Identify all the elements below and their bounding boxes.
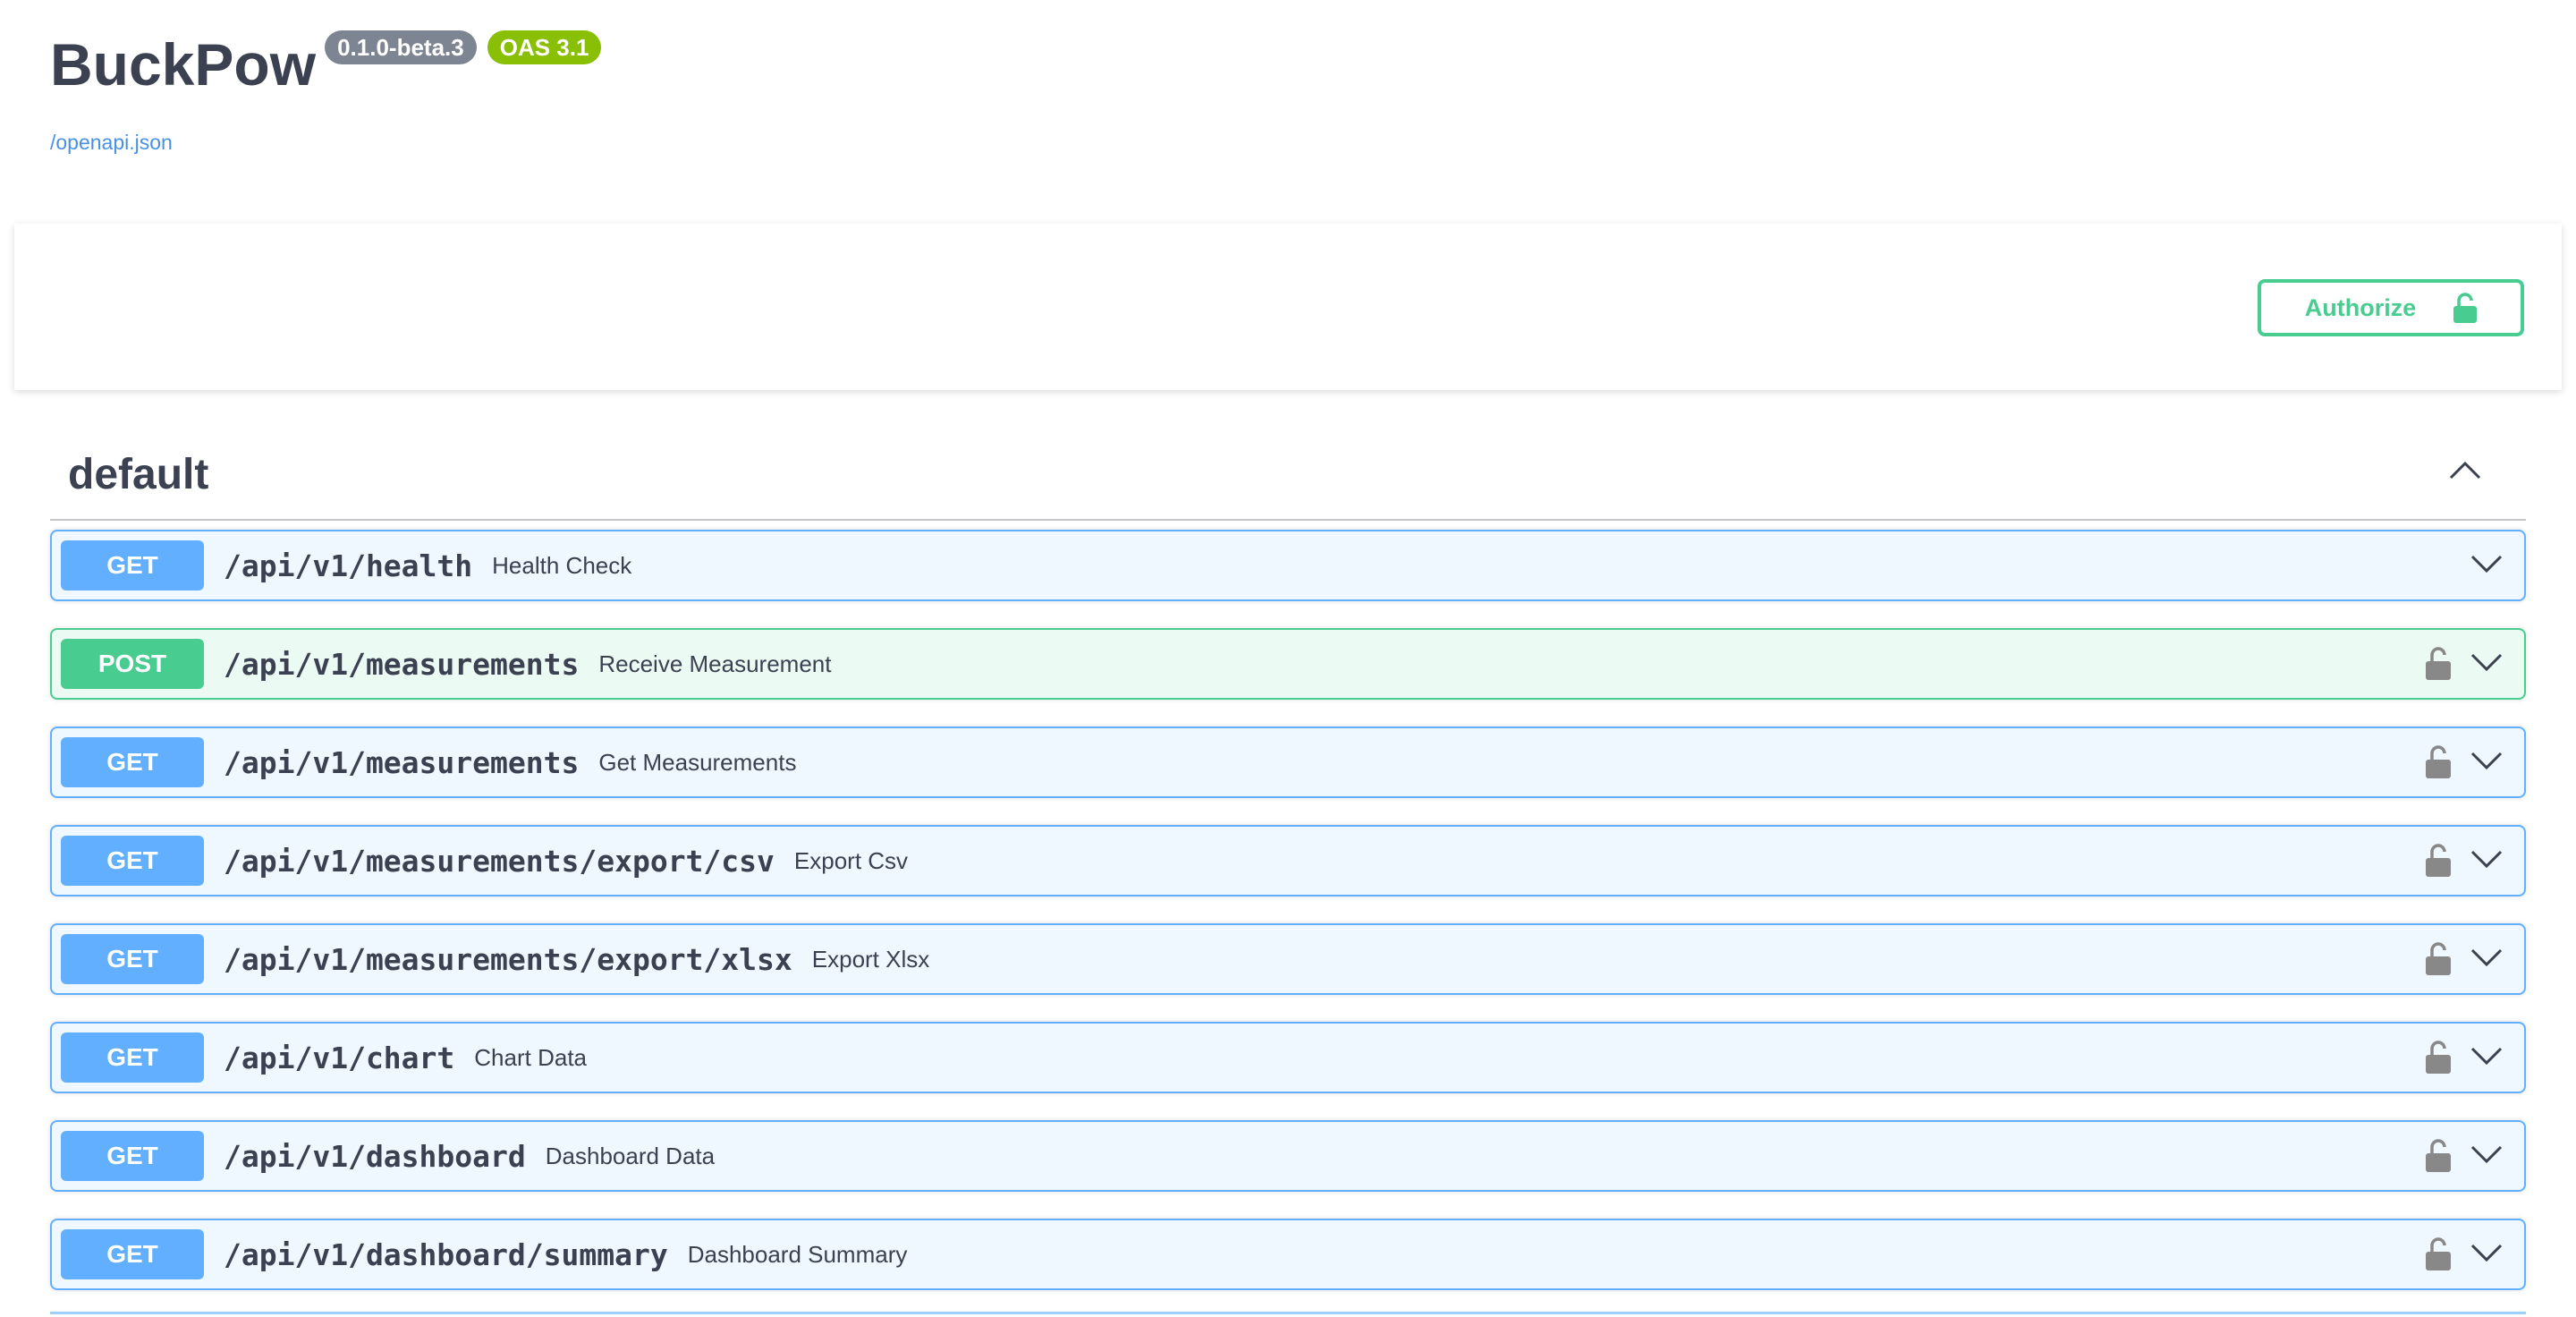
method-badge: GET xyxy=(61,737,204,787)
operation-path: /api/v1/measurements xyxy=(224,744,580,780)
lock-icon[interactable] xyxy=(2426,646,2451,684)
tag-header[interactable]: default xyxy=(50,429,2526,521)
chevron-down-icon[interactable] xyxy=(2470,752,2503,776)
operation-path: /api/v1/dashboard xyxy=(224,1138,526,1174)
operation-summary: Get Measurements xyxy=(598,748,797,776)
chevron-down-icon[interactable] xyxy=(2470,1145,2503,1169)
operations-list: GET/api/v1/health Health Check POST/api/v1… xyxy=(50,530,2526,1290)
operation-row[interactable]: GET/api/v1/measurements Get Measurements xyxy=(50,726,2526,798)
scheme-container: Authorize xyxy=(14,224,2562,390)
operation-row[interactable]: GET/api/v1/measurements/export/xlsx Expor… xyxy=(50,923,2526,995)
chevron-down-icon[interactable] xyxy=(2470,1047,2503,1071)
operation-row[interactable]: GET/api/v1/dashboard Dashboard Data xyxy=(50,1120,2526,1192)
operation-row[interactable]: GET/api/v1/measurements/export/csv Export… xyxy=(50,825,2526,896)
operation-summary: Receive Measurement xyxy=(598,650,832,677)
lock-icon[interactable] xyxy=(2426,1040,2451,1078)
swagger-page: BuckPow 0.1.0-beta.3 OAS 3.1 /openapi.js… xyxy=(0,0,2576,1317)
authorize-label: Authorize xyxy=(2304,293,2417,321)
lock-icon[interactable] xyxy=(2426,1236,2451,1275)
method-badge: GET xyxy=(61,836,204,886)
operation-row[interactable]: POST/api/v1/measurements Receive Measurem… xyxy=(50,628,2526,700)
operation-summary: Dashboard Data xyxy=(545,1142,716,1169)
operation-summary: Export Xlsx xyxy=(811,945,930,973)
version-badge: 0.1.0-beta.3 xyxy=(325,30,477,64)
lock-icon[interactable] xyxy=(2426,1138,2451,1177)
title-row: BuckPow 0.1.0-beta.3 OAS 3.1 xyxy=(50,25,602,104)
operation-path: /api/v1/measurements/export/xlsx xyxy=(224,941,792,977)
method-badge: GET xyxy=(61,1032,204,1083)
operation-path: /api/v1/chart xyxy=(224,1040,455,1075)
method-badge: GET xyxy=(61,540,204,591)
method-badge: GET xyxy=(61,1229,204,1279)
chevron-down-icon[interactable] xyxy=(2470,948,2503,973)
tag-section-default: default GET/api/v1/health Health Check POS… xyxy=(50,429,2526,1290)
operation-row[interactable]: GET/api/v1/dashboard/summary Dashboard Su… xyxy=(50,1219,2526,1290)
operation-summary: Chart Data xyxy=(474,1043,588,1071)
lock-icon[interactable] xyxy=(2426,941,2451,980)
api-info: BuckPow 0.1.0-beta.3 OAS 3.1 /openapi.js… xyxy=(50,25,602,155)
method-badge: POST xyxy=(61,639,204,689)
unlock-icon xyxy=(2453,293,2478,323)
method-badge: GET xyxy=(61,1131,204,1181)
operation-summary: Dashboard Summary xyxy=(687,1240,908,1268)
operation-row[interactable]: GET/api/v1/chart Chart Data xyxy=(50,1022,2526,1093)
tag-title: default xyxy=(68,450,209,498)
next-operation-edge xyxy=(50,1312,2526,1314)
operation-summary: Health Check xyxy=(492,551,632,579)
chevron-down-icon[interactable] xyxy=(2470,850,2503,874)
lock-icon[interactable] xyxy=(2426,744,2451,783)
operation-path: /api/v1/measurements xyxy=(224,646,580,682)
operation-summary: Export Csv xyxy=(793,846,909,874)
openapi-json-link[interactable]: /openapi.json xyxy=(50,131,173,155)
chevron-up-icon[interactable] xyxy=(2449,460,2481,484)
operation-row[interactable]: GET/api/v1/health Health Check xyxy=(50,530,2526,601)
oas-badge: OAS 3.1 xyxy=(487,30,602,64)
chevron-down-icon[interactable] xyxy=(2470,555,2503,579)
chevron-down-icon[interactable] xyxy=(2470,1244,2503,1268)
lock-icon[interactable] xyxy=(2426,843,2451,881)
operation-path: /api/v1/health xyxy=(224,548,473,583)
chevron-down-icon[interactable] xyxy=(2470,653,2503,677)
operation-path: /api/v1/measurements/export/csv xyxy=(224,843,775,879)
operation-path: /api/v1/dashboard/summary xyxy=(224,1236,668,1272)
api-title: BuckPow xyxy=(50,31,317,98)
method-badge: GET xyxy=(61,934,204,984)
authorize-button[interactable]: Authorize xyxy=(2258,279,2524,336)
